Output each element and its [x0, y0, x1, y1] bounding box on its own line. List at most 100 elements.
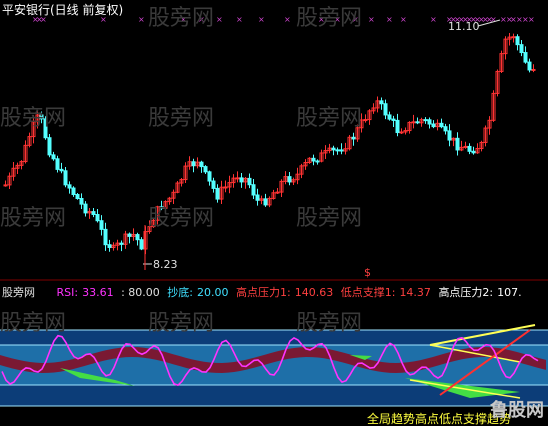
- pressure1-label: 高点压力1:: [236, 286, 291, 299]
- candle-body: [351, 136, 356, 140]
- watermark-2: 股旁网: [296, 6, 363, 31]
- candle-body: [91, 211, 96, 216]
- candle-body: [531, 68, 536, 71]
- site-logo: 鲁股网: [490, 400, 544, 421]
- candle-body: [339, 149, 344, 152]
- chart-window: × × × × × × × × × × × × × × × × × × × × × × × × × × × × × × × × × × × × 平安银…: [0, 0, 548, 426]
- candle-body: [379, 100, 384, 105]
- candle-body: [223, 186, 228, 189]
- signal-marker: $: [364, 266, 371, 279]
- candle-body: [127, 233, 132, 237]
- buy-label: 抄底:: [167, 286, 193, 299]
- candle-body: [191, 161, 196, 167]
- watermark-4: 股旁网: [148, 106, 215, 131]
- candle-body: [383, 103, 388, 116]
- chart-canvas[interactable]: ××× × × × × × × × × × × × × × × × ×××××××××××× × ×× × × ×: [0, 0, 548, 426]
- candle-body: [415, 121, 420, 124]
- candle-body: [235, 177, 240, 180]
- buy-value: 20.00: [197, 286, 229, 299]
- candle-body: [515, 36, 520, 46]
- candle-body: [447, 130, 452, 141]
- watermark-9: 股旁网: [0, 311, 67, 336]
- candle-body: [511, 36, 516, 39]
- candle-body: [239, 177, 244, 183]
- pressure2-label: 高点压力2:: [438, 286, 494, 299]
- candle-body: [395, 119, 400, 134]
- pressure1-value: 140.63: [294, 286, 334, 299]
- candle-body: [387, 114, 392, 120]
- candle-body: [71, 187, 76, 196]
- support1-value: 14.37: [399, 286, 431, 299]
- candle-body: [251, 184, 256, 196]
- candle-body: [263, 198, 268, 206]
- candle-body: [523, 52, 528, 63]
- candle-body: [107, 244, 112, 248]
- candle-body: [79, 198, 84, 205]
- candle-body: [215, 187, 220, 200]
- candle-body: [3, 184, 8, 187]
- candle-body: [275, 191, 280, 194]
- candle-body: [411, 121, 416, 124]
- candle-body: [363, 119, 368, 122]
- top-marker: ×: [430, 15, 437, 24]
- candle-body: [51, 154, 56, 160]
- watermark-11: 股旁网: [296, 311, 363, 336]
- watermark-10: 股旁网: [148, 311, 215, 336]
- candle-body: [331, 147, 336, 151]
- candle-body: [431, 123, 436, 128]
- candle-body: [247, 177, 252, 186]
- watermark-3: 股旁网: [0, 106, 67, 131]
- candle-body: [463, 145, 468, 148]
- candle-body: [95, 214, 100, 222]
- watermark-8: 股旁网: [296, 206, 363, 231]
- price-low-label: 8.23: [153, 258, 178, 271]
- candle-body: [467, 145, 472, 152]
- watermark-6: 股旁网: [0, 206, 67, 231]
- candle-body: [103, 228, 108, 246]
- candle-body: [203, 166, 208, 173]
- candle-body: [527, 61, 532, 71]
- candle-body: [255, 194, 260, 201]
- support1-label: 低点支撑1:: [340, 286, 396, 299]
- candle-body: [207, 171, 212, 182]
- candle-body: [75, 194, 80, 200]
- candle-body: [519, 44, 524, 54]
- candle-body: [119, 242, 124, 245]
- candle-body: [99, 220, 104, 230]
- candle-body: [67, 184, 72, 189]
- overbought-value: : 80.00: [121, 286, 160, 299]
- candle-body: [139, 239, 144, 250]
- watermark-5: 股旁网: [296, 106, 363, 131]
- candle-body: [443, 126, 448, 132]
- indicator-name: 股旁网: [2, 286, 35, 299]
- watermark-7: 股旁网: [148, 206, 215, 231]
- chart-title: 平安银行(日线 前复权): [2, 3, 124, 17]
- top-marker: ×: [258, 15, 265, 24]
- candle-body: [55, 158, 60, 170]
- top-marker: ×: [236, 15, 243, 24]
- candle-body: [199, 161, 204, 168]
- candle-body: [311, 157, 316, 162]
- indicator-legend: 股旁网 RSI: 33.61 : 80.00 抄底: 20.00 高点压力1: 140…: [2, 284, 526, 300]
- candle-body: [287, 176, 292, 183]
- top-marker: ×: [216, 15, 223, 24]
- pressure2-value: 107.: [497, 286, 522, 299]
- candle-body: [399, 131, 404, 134]
- rsi-value: 33.61: [82, 286, 114, 299]
- top-marker: ×: [284, 15, 291, 24]
- candle-body: [211, 180, 216, 189]
- candle-body: [455, 137, 460, 151]
- candle-body: [315, 160, 320, 163]
- top-marker: ×: [400, 15, 407, 24]
- top-marker: ×: [368, 15, 375, 24]
- candle-body: [83, 203, 88, 214]
- price-high-label: 11.10: [448, 20, 480, 33]
- candle-body: [335, 149, 340, 152]
- rsi-label: RSI:: [56, 286, 79, 299]
- candle-body: [471, 150, 476, 154]
- candle-body: [59, 168, 64, 172]
- candle-body: [423, 119, 428, 122]
- top-marker: ×: [386, 15, 393, 24]
- top-marker: ×: [138, 15, 145, 24]
- candle-body: [47, 137, 52, 156]
